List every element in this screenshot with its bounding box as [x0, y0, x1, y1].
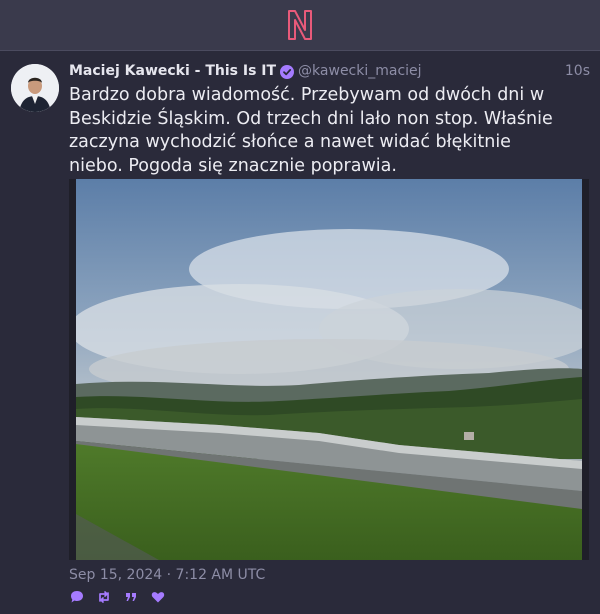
- post: Maciej Kawecki - This Is IT @kawecki_mac…: [0, 51, 600, 614]
- post-date[interactable]: Sep 15, 2024 · 7:12 AM UTC: [69, 567, 265, 583]
- author-handle[interactable]: @kawecki_maciej: [298, 63, 422, 79]
- like-button[interactable]: [150, 589, 166, 605]
- post-text: Bardzo dobra wiadomość. Przebywam od dwó…: [69, 85, 553, 176]
- avatar[interactable]: [11, 64, 59, 112]
- logo-n-icon: [288, 10, 312, 40]
- top-bar: [0, 0, 600, 51]
- retweet-button[interactable]: [96, 589, 112, 605]
- verified-badge-icon: [280, 64, 295, 79]
- like-icon: [151, 592, 165, 603]
- quote-icon: [126, 593, 136, 601]
- landscape-photo: [69, 179, 589, 560]
- post-image[interactable]: [69, 179, 589, 560]
- app-logo[interactable]: [285, 8, 315, 42]
- author-name[interactable]: Maciej Kawecki - This Is IT: [69, 63, 276, 79]
- retweet-icon: [99, 591, 109, 603]
- post-actions: [69, 588, 166, 606]
- reply-icon: [71, 591, 83, 603]
- quote-button[interactable]: [123, 589, 139, 605]
- post-header: Maciej Kawecki - This Is IT @kawecki_mac…: [69, 61, 590, 81]
- reply-button[interactable]: [69, 589, 85, 605]
- post-relative-time[interactable]: 10s: [565, 63, 590, 79]
